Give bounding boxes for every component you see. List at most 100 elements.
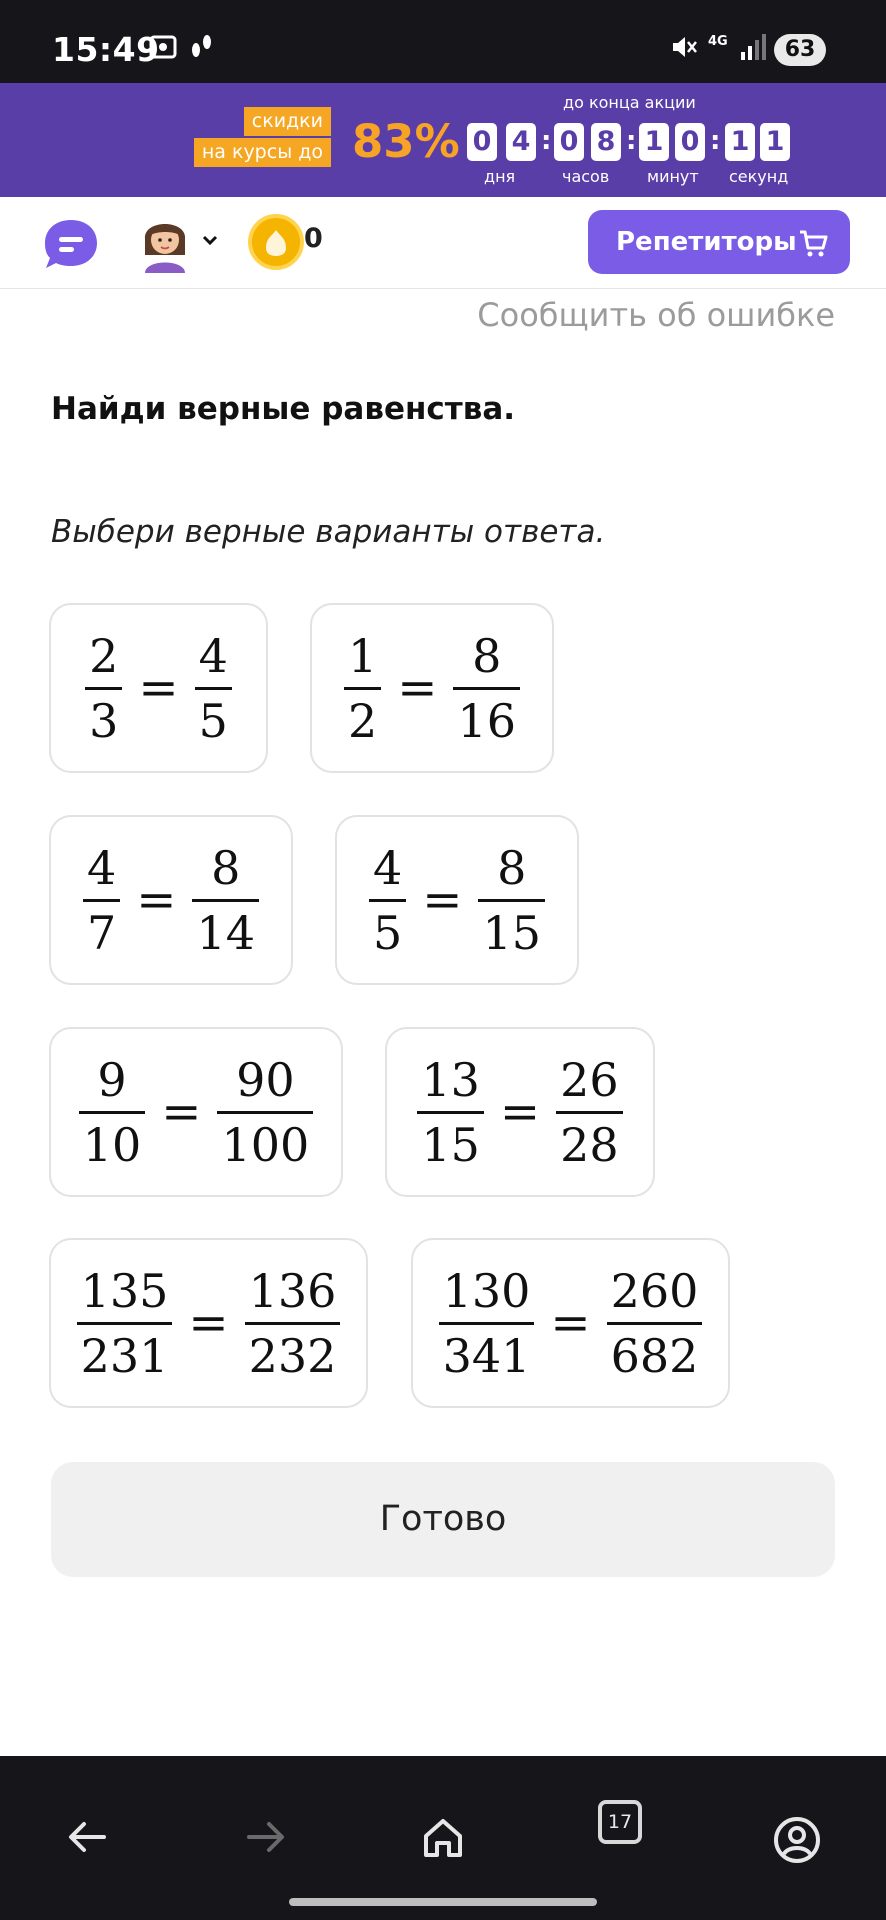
numerator: 135 — [80, 1263, 169, 1318]
cart-icon — [800, 230, 828, 257]
tabs-icon[interactable]: 17 — [598, 1800, 642, 1844]
fraction: 8 15 — [478, 840, 546, 961]
tutors-button-label: Репетиторы — [616, 227, 797, 257]
home-indicator[interactable] — [289, 1898, 597, 1906]
question-hint: Выбери верные варианты ответа. — [51, 514, 606, 550]
timer-colon: : — [710, 126, 721, 156]
fraction: 8 16 — [453, 628, 521, 749]
coin-icon — [248, 214, 304, 270]
network-label: 4G — [708, 34, 728, 49]
denominator: 14 — [196, 905, 256, 960]
status-time: 15:49 — [52, 30, 160, 69]
mute-icon — [673, 37, 697, 57]
top-navigation: 0 Репетиторы — [0, 197, 886, 289]
answer-option[interactable]: 23 = 45 — [49, 603, 268, 773]
answer-option[interactable]: 13 15 = 26 28 — [385, 1027, 655, 1197]
numerator: 260 — [610, 1263, 699, 1318]
denominator: 682 — [610, 1328, 699, 1383]
denominator: 100 — [221, 1117, 310, 1172]
numerator: 2 — [89, 628, 119, 683]
denominator: 28 — [560, 1117, 619, 1172]
answer-option[interactable]: 45 = 8 15 — [335, 815, 579, 985]
screenshot-icon — [149, 35, 177, 59]
timer-minutes-digit: 0 — [675, 123, 705, 161]
denominator: 16 — [457, 693, 517, 748]
numerator: 136 — [248, 1263, 337, 1318]
done-button[interactable]: Готово — [51, 1462, 835, 1577]
denominator: 231 — [80, 1328, 169, 1383]
fraction: 45 — [194, 628, 232, 749]
numerator: 8 — [211, 840, 241, 895]
profile-icon[interactable] — [773, 1816, 821, 1864]
promo-percent: 83% — [352, 115, 460, 168]
answer-option[interactable]: 135 231 = 136 232 — [49, 1238, 368, 1408]
answer-option[interactable]: 9 10 = 90 100 — [49, 1027, 343, 1197]
battery-indicator: 63 — [774, 34, 826, 66]
answer-option[interactable]: 130 341 = 260 682 — [411, 1238, 730, 1408]
equals-sign: = — [188, 1295, 229, 1351]
status-bar: 15:49 4G 63 — [0, 0, 886, 83]
denominator: 10 — [82, 1117, 142, 1172]
timer-seconds-digit: 1 — [760, 123, 790, 161]
denominator: 5 — [198, 693, 228, 748]
timer-days-label: дня — [484, 167, 516, 186]
numerator: 4 — [372, 840, 403, 895]
timer-seconds-digit: 1 — [725, 123, 755, 161]
numerator: 9 — [97, 1052, 127, 1107]
fraction: 260 682 — [606, 1263, 703, 1384]
denominator: 7 — [86, 905, 117, 960]
question-title: Найди верные равенства. — [51, 391, 516, 427]
fraction: 90 100 — [217, 1052, 314, 1173]
tutors-button[interactable]: Репетиторы — [588, 210, 850, 274]
numerator: 90 — [236, 1052, 295, 1107]
equals-sign: = — [161, 1084, 202, 1140]
coin-count: 0 — [304, 223, 323, 254]
chevron-down-icon[interactable] — [200, 230, 220, 250]
fraction: 47 — [82, 840, 121, 961]
report-error-link[interactable]: Сообщить об ошибке — [477, 296, 835, 334]
equals-sign: = — [136, 872, 177, 928]
fraction: 135 231 — [76, 1263, 173, 1384]
timer-days-digit: 4 — [506, 123, 536, 161]
timer-colon: : — [626, 126, 637, 156]
denominator: 232 — [248, 1328, 337, 1383]
timer-hours-label: часов — [562, 167, 610, 186]
timer-hours-digit: 0 — [554, 123, 584, 161]
fraction: 13 15 — [417, 1052, 484, 1173]
promo-tag-discounts: скидки — [243, 107, 331, 136]
numerator: 4 — [198, 628, 228, 683]
home-icon[interactable] — [421, 1816, 465, 1860]
denominator: 5 — [372, 905, 403, 960]
answer-option[interactable]: 12 = 8 16 — [310, 603, 554, 773]
numerator: 130 — [442, 1263, 531, 1318]
denominator: 15 — [482, 905, 542, 960]
equals-sign: = — [422, 872, 463, 928]
timer-colon: : — [541, 126, 552, 156]
promo-until-label: до конца акции — [563, 93, 696, 112]
back-arrow-icon[interactable] — [66, 1816, 108, 1858]
numerator: 26 — [560, 1052, 619, 1107]
fraction: 8 14 — [192, 840, 260, 961]
denominator: 2 — [347, 693, 378, 748]
numerator: 8 — [497, 840, 527, 895]
promo-banner[interactable]: скидки на курсы до 83% до конца акции 0 … — [0, 83, 886, 197]
timer-minutes-digit: 1 — [639, 123, 669, 161]
denominator: 3 — [89, 693, 119, 748]
fraction: 136 232 — [244, 1263, 341, 1384]
denominator: 15 — [421, 1117, 480, 1172]
promo-tag-courses: на курсы до — [193, 138, 331, 167]
signal-icon — [741, 34, 766, 60]
numerator: 8 — [472, 628, 502, 683]
forward-arrow-icon[interactable] — [245, 1816, 287, 1858]
avatar[interactable] — [139, 211, 191, 273]
equals-sign: = — [397, 660, 438, 716]
numerator: 4 — [86, 840, 117, 895]
chat-icon[interactable] — [43, 218, 99, 270]
numerator: 1 — [347, 628, 378, 683]
timer-minutes-label: минут — [647, 167, 699, 186]
fraction: 12 — [343, 628, 382, 749]
fraction: 23 — [85, 628, 123, 749]
equals-sign: = — [499, 1084, 541, 1140]
answer-option[interactable]: 47 = 8 14 — [49, 815, 293, 985]
denominator: 341 — [442, 1328, 531, 1383]
